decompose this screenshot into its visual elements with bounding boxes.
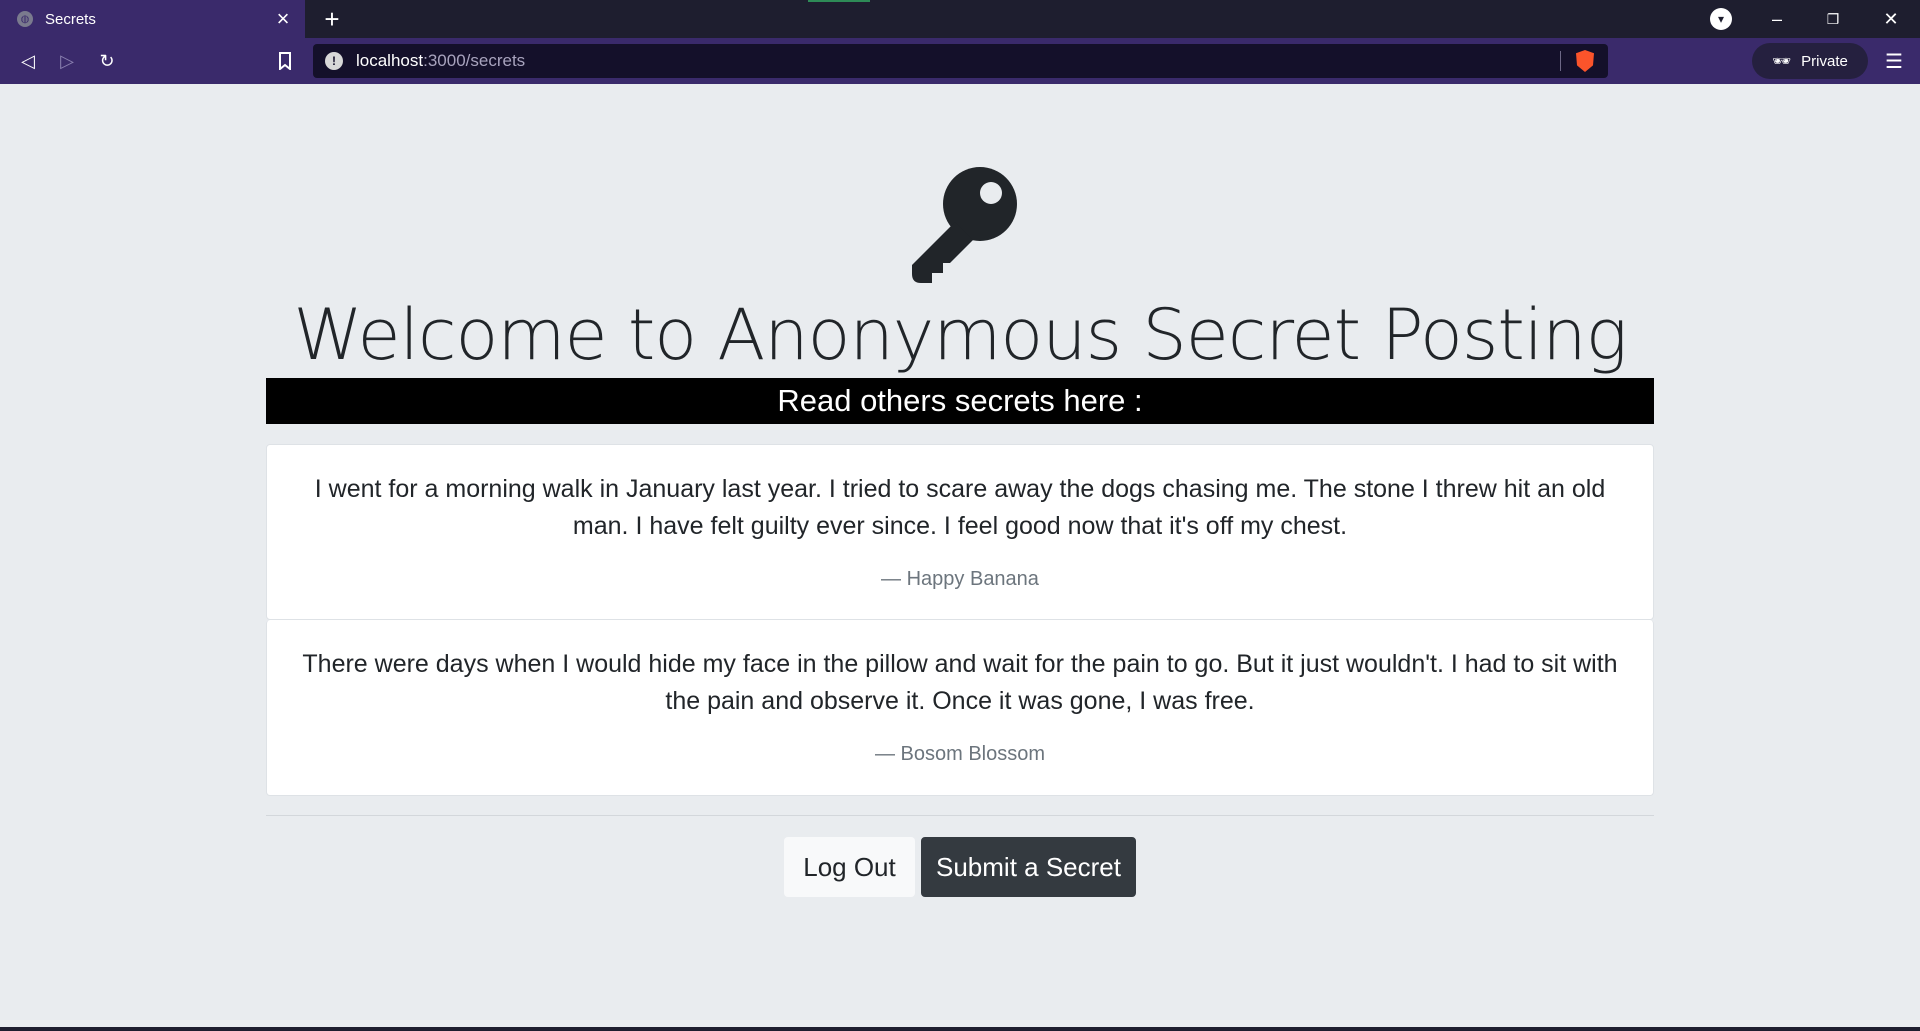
window-close-icon[interactable]: ✕ xyxy=(1876,4,1906,34)
browser-tabbar: ◍ Secrets × + ▾ – ❐ ✕ xyxy=(0,0,1920,38)
page-title: Welcome to Anonymous Secret Posting xyxy=(293,294,1627,376)
private-window-badge[interactable]: 🕶 Private xyxy=(1752,43,1868,79)
menu-icon[interactable]: ☰ xyxy=(1880,47,1908,75)
browser-toolbar: ◁ ▷ ↻ ! localhost:3000/secrets 🕶 Private… xyxy=(0,38,1920,84)
address-bar[interactable]: ! localhost:3000/secrets xyxy=(313,44,1608,78)
secret-author: — Happy Banana xyxy=(881,568,1039,590)
url-path: :3000/secrets xyxy=(423,51,526,70)
reload-icon[interactable]: ↻ xyxy=(93,47,121,75)
bookmark-icon[interactable] xyxy=(271,47,299,75)
secret-author: — Bosom Blossom xyxy=(874,743,1046,765)
secret-text: I went for a morning walk in January las… xyxy=(314,475,1606,540)
plus-icon[interactable]: + xyxy=(318,4,346,34)
info-icon[interactable]: ! xyxy=(325,52,343,70)
forward-icon[interactable]: ▷ xyxy=(53,47,81,75)
url-host: localhost xyxy=(356,51,424,70)
brave-shield-icon[interactable] xyxy=(1576,50,1594,72)
browser-tab[interactable]: ◍ Secrets × xyxy=(0,0,305,38)
private-label: Private xyxy=(1801,52,1848,70)
minimize-icon[interactable]: – xyxy=(1762,4,1792,34)
secret-text: There were days when I would hide my fac… xyxy=(302,650,1618,715)
secrets-banner: Read others secrets here : xyxy=(266,378,1654,424)
divider xyxy=(266,815,1654,816)
submit-secret-button[interactable]: Submit a Secret xyxy=(921,837,1136,897)
bottom-edge xyxy=(0,1027,1920,1031)
tab-search-icon[interactable]: ▾ xyxy=(1710,8,1732,30)
page-content: Welcome to Anonymous Secret Posting Read… xyxy=(0,84,1920,1031)
secret-card: I went for a morning walk in January las… xyxy=(266,444,1654,620)
url-separator xyxy=(1560,51,1561,71)
logout-button[interactable]: Log Out xyxy=(784,837,915,897)
globe-icon: ◍ xyxy=(17,11,33,27)
back-icon[interactable]: ◁ xyxy=(14,47,42,75)
restore-icon[interactable]: ❐ xyxy=(1818,4,1848,34)
tab-activity-indicator xyxy=(808,0,870,2)
glasses-icon: 🕶 xyxy=(1772,53,1792,70)
key-icon xyxy=(912,167,1017,283)
close-icon[interactable]: × xyxy=(271,6,295,31)
tab-title: Secrets xyxy=(45,10,96,28)
secret-card: There were days when I would hide my fac… xyxy=(266,620,1654,796)
url-text: localhost:3000/secrets xyxy=(356,51,525,71)
